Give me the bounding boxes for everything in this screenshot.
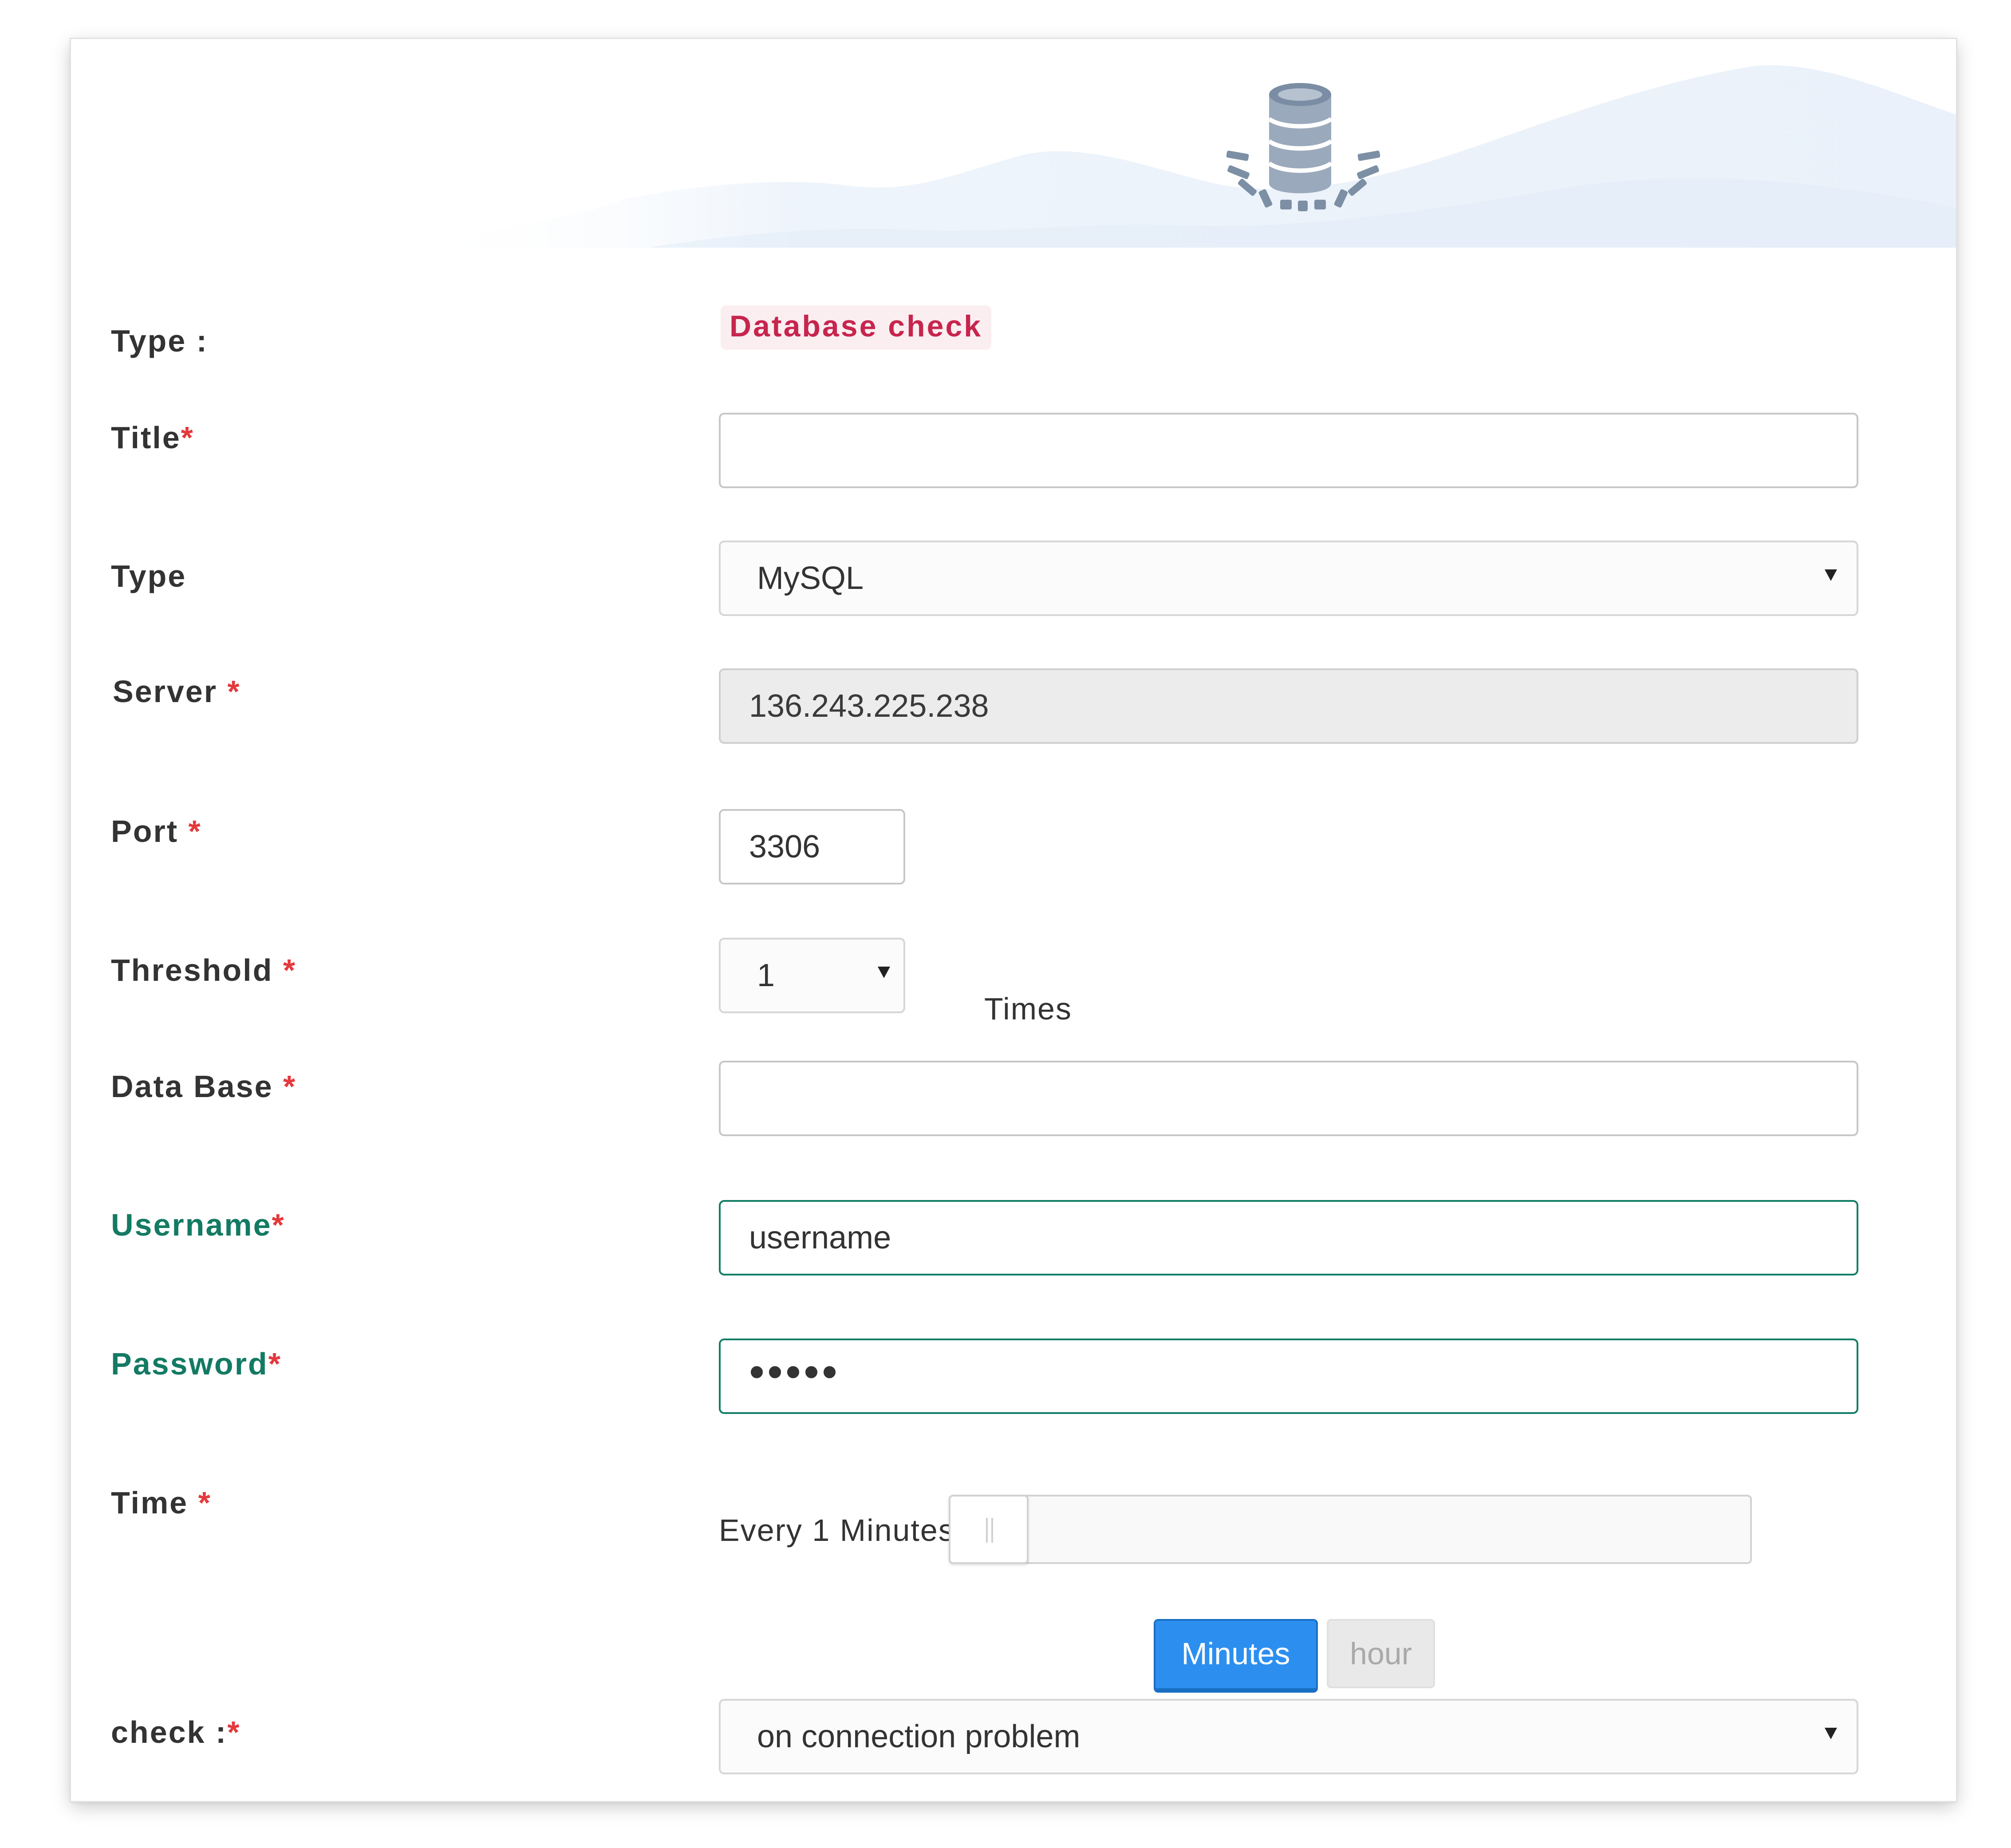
username-label: Username* — [111, 1208, 285, 1242]
minutes-button[interactable]: Minutes — [1154, 1619, 1318, 1693]
database-label: Data Base * — [111, 1069, 297, 1104]
title-label: Title* — [111, 420, 194, 455]
form-card: Type : Database check Title* Type MySQL … — [71, 39, 1956, 1801]
chevron-down-icon — [1825, 569, 1837, 581]
database-input[interactable] — [719, 1061, 1858, 1136]
time-label: Time * — [111, 1485, 212, 1520]
check-condition-select[interactable]: on connection problem — [719, 1699, 1858, 1774]
db-type-select[interactable]: MySQL — [719, 541, 1858, 616]
username-input[interactable]: username — [719, 1200, 1858, 1275]
threshold-unit: Times — [984, 991, 1072, 1026]
chevron-down-icon — [878, 967, 890, 978]
time-slider-track[interactable] — [949, 1495, 1752, 1564]
title-input[interactable] — [719, 413, 1858, 488]
hour-button[interactable]: hour — [1327, 1619, 1435, 1688]
threshold-select[interactable]: 1 — [719, 938, 905, 1013]
threshold-label: Threshold * — [111, 953, 297, 987]
time-interval-text: Every 1 Minutes — [719, 1513, 955, 1548]
check-type-badge: Database check — [721, 305, 992, 350]
header-banner — [71, 39, 1956, 248]
cloud-background — [404, 65, 1956, 248]
password-input[interactable]: ••••• — [719, 1339, 1858, 1414]
port-label: Port * — [111, 814, 202, 849]
time-slider-handle[interactable] — [949, 1495, 1029, 1564]
chevron-down-icon — [1825, 1728, 1837, 1739]
type-label: Type : — [111, 324, 208, 358]
port-input[interactable]: 3306 — [719, 809, 905, 885]
db-type-label: Type — [111, 559, 187, 593]
password-label: Password* — [111, 1347, 282, 1381]
check-label: check :* — [111, 1715, 241, 1749]
database-icon — [1226, 83, 1380, 211]
server-input[interactable]: 136.243.225.238 — [719, 668, 1858, 744]
server-label: Server * — [113, 674, 241, 709]
